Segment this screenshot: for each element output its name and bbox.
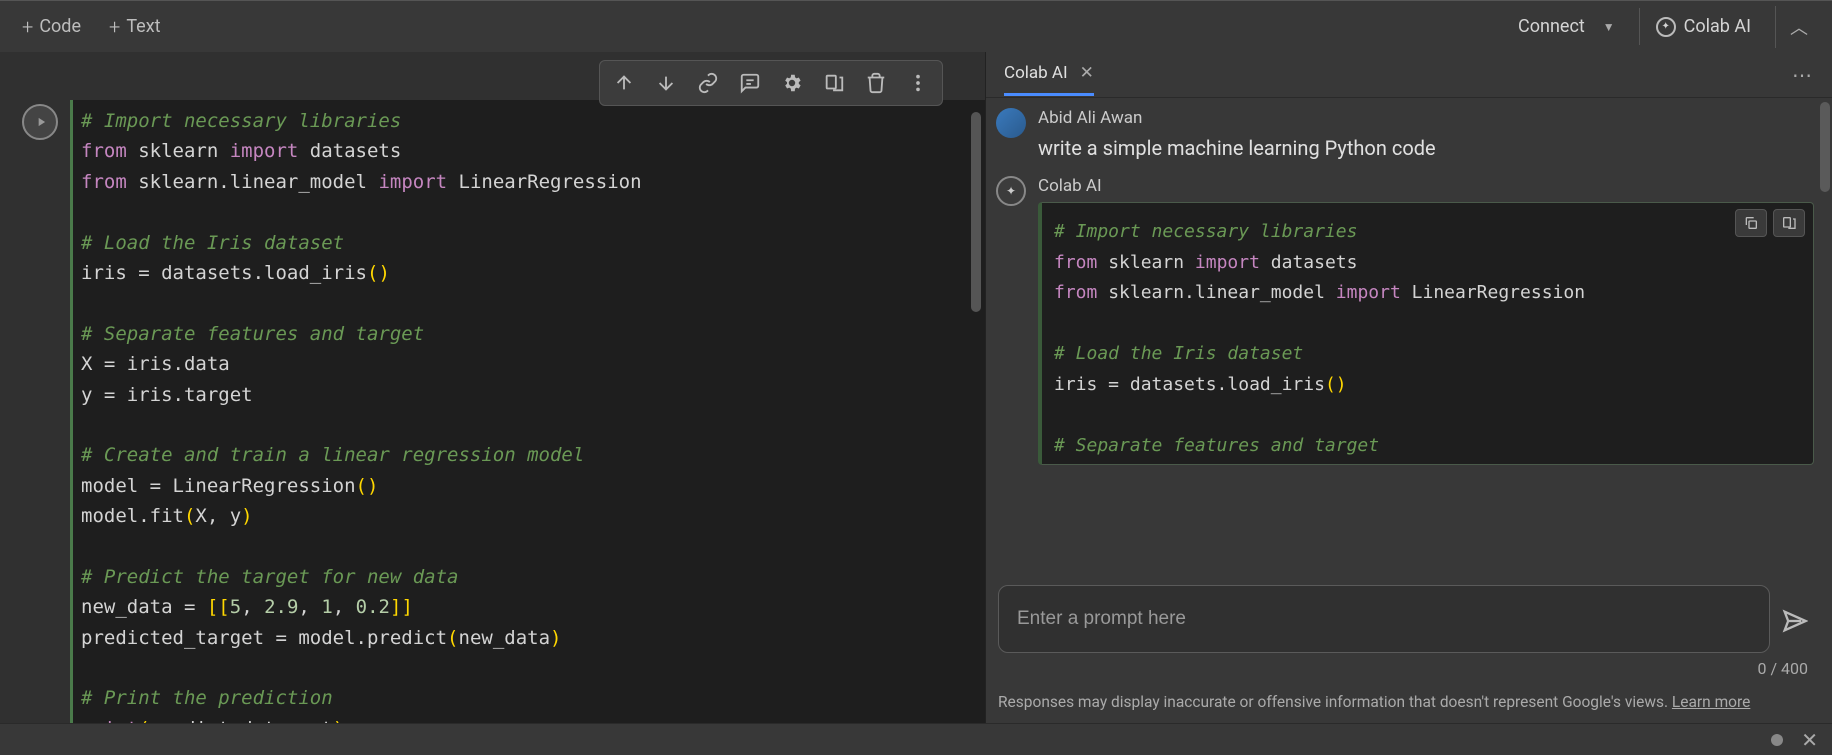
plus-icon: + (22, 15, 33, 39)
link-icon (697, 72, 719, 94)
gear-icon (781, 72, 803, 94)
bot-message: ✦ Colab AI # Import necessary librarie (996, 176, 1814, 465)
disclaimer-text: Responses may display inaccurate or offe… (986, 686, 1832, 723)
ai-chat-area: Abid Ali Awan write a simple machine lea… (986, 98, 1832, 575)
add-text-label: Text (126, 16, 160, 37)
connect-button[interactable]: Connect ▼ (1502, 8, 1631, 45)
user-avatar (996, 108, 1026, 138)
bottom-status-bar: ✕ (0, 723, 1832, 755)
ai-input-area: 0 / 400 (986, 575, 1832, 686)
run-cell-button[interactable] (22, 104, 58, 140)
plus-icon: + (109, 15, 120, 39)
play-icon (34, 115, 48, 129)
mirror-icon (823, 72, 845, 94)
user-name: Abid Ali Awan (1038, 108, 1814, 128)
caret-down-icon: ▼ (1603, 20, 1615, 34)
copy-code-button[interactable] (1735, 209, 1767, 237)
bot-avatar: ✦ (996, 176, 1026, 206)
settings-button[interactable] (772, 65, 812, 101)
editor-scrollbar[interactable] (971, 112, 981, 713)
user-prompt-text: write a simple machine learning Python c… (1038, 134, 1814, 162)
colab-ai-label: Colab AI (1684, 16, 1751, 37)
move-down-button[interactable] (646, 65, 686, 101)
trash-icon (865, 72, 887, 94)
ai-panel-menu-button[interactable]: ⋯ (1792, 63, 1814, 87)
editor-column: # Import necessary libraries from sklear… (0, 52, 985, 723)
close-panel-button[interactable]: ✕ (1801, 728, 1818, 752)
chevron-up-icon: ︿ (1790, 18, 1808, 39)
copy-icon (1743, 215, 1759, 231)
prompt-input[interactable] (998, 585, 1770, 653)
user-message: Abid Ali Awan write a simple machine lea… (996, 108, 1814, 162)
delete-button[interactable] (856, 65, 896, 101)
insert-icon (1781, 215, 1797, 231)
code-editor[interactable]: # Import necessary libraries from sklear… (70, 100, 985, 723)
char-counter: 0 / 400 (998, 653, 1814, 678)
more-horizontal-icon: ⋯ (1792, 63, 1814, 87)
status-indicator-icon (1771, 734, 1783, 746)
connect-label: Connect (1518, 16, 1585, 37)
ai-tab-label: Colab AI (1004, 63, 1068, 83)
code-content: # Import necessary libraries from sklear… (73, 106, 985, 723)
link-button[interactable] (688, 65, 728, 101)
ai-panel: Colab AI ✕ ⋯ Abid Ali Awan write a simpl… (985, 52, 1832, 723)
learn-more-link[interactable]: Learn more (1672, 693, 1750, 711)
collapse-button[interactable]: ︿ (1775, 6, 1822, 48)
comment-icon (739, 72, 761, 94)
top-toolbar: + Code + Text Connect ▼ ✦ Colab AI ︿ (0, 0, 1832, 52)
more-vertical-icon (907, 72, 929, 94)
cell-toolbar (599, 60, 943, 106)
insert-code-button[interactable] (1773, 209, 1805, 237)
ai-panel-tab[interactable]: Colab AI ✕ (1004, 53, 1094, 96)
bot-name: Colab AI (1038, 176, 1814, 196)
arrow-up-icon (613, 72, 635, 94)
bot-code-card: # Import necessary libraries from sklear… (1038, 202, 1814, 465)
mirror-button[interactable] (814, 65, 854, 101)
ai-icon: ✦ (1656, 17, 1676, 37)
comment-button[interactable] (730, 65, 770, 101)
main-area: # Import necessary libraries from sklear… (0, 52, 1832, 723)
more-button[interactable] (898, 65, 938, 101)
send-icon (1780, 607, 1808, 635)
ai-scrollbar[interactable] (1820, 102, 1830, 571)
colab-ai-button[interactable]: ✦ Colab AI (1639, 8, 1767, 45)
send-button[interactable] (1780, 607, 1814, 653)
add-text-button[interactable]: + Text (97, 9, 173, 45)
close-icon[interactable]: ✕ (1080, 63, 1094, 83)
add-code-button[interactable]: + Code (10, 9, 93, 45)
add-code-label: Code (39, 16, 81, 37)
code-cell: # Import necessary libraries from sklear… (10, 100, 985, 723)
arrow-down-icon (655, 72, 677, 94)
ai-panel-header: Colab AI ✕ ⋯ (986, 52, 1832, 98)
move-up-button[interactable] (604, 65, 644, 101)
bot-code-content: # Import necessary libraries from sklear… (1054, 217, 1801, 462)
